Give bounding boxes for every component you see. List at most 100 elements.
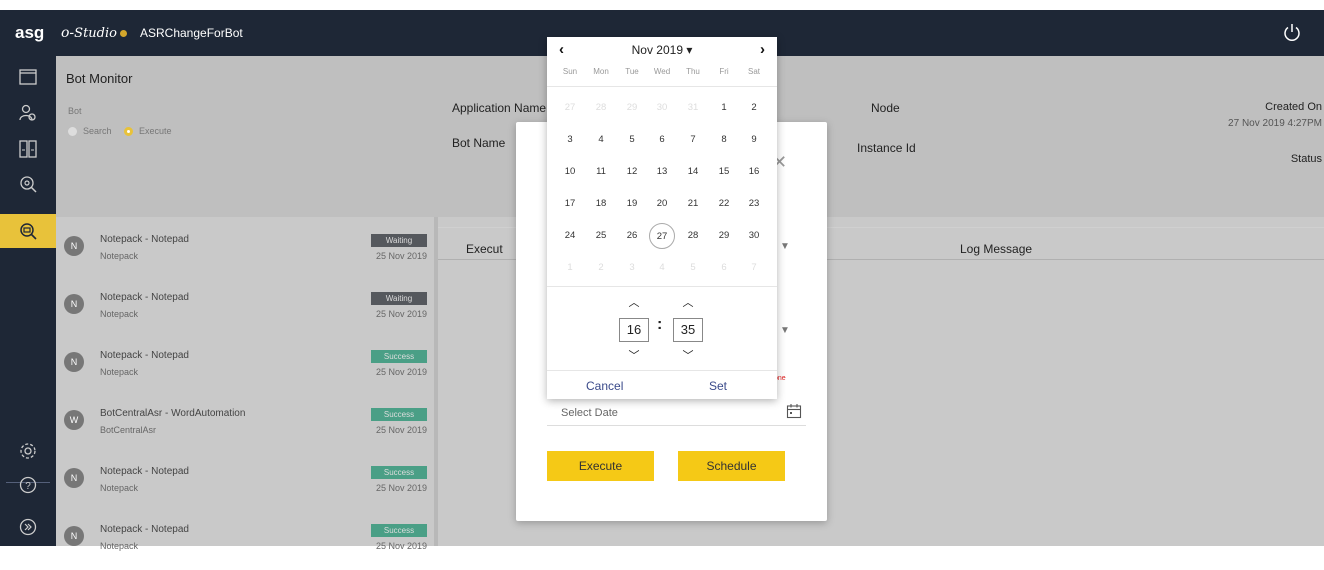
next-month-button[interactable]: › — [760, 41, 765, 58]
weekday-label: Thu — [686, 67, 700, 76]
hour-up-icon[interactable]: ︿ — [624, 294, 644, 310]
calendar-day[interactable]: 3 — [619, 255, 645, 281]
calendar-day[interactable]: 15 — [711, 159, 737, 185]
cancel-button[interactable]: Cancel — [586, 379, 623, 393]
calendar-day[interactable]: 27 — [649, 223, 675, 249]
calendar-day[interactable]: 17 — [557, 191, 583, 217]
settings-icon[interactable] — [0, 434, 56, 468]
calendar-day[interactable]: 2 — [588, 255, 614, 281]
chevron-down-icon[interactable]: ▼ — [774, 235, 796, 259]
radio-search[interactable]: Search — [68, 126, 112, 136]
calendar-day[interactable]: 2 — [741, 95, 767, 121]
calendar-day[interactable]: 8 — [711, 127, 737, 153]
calendar-icon[interactable] — [786, 403, 802, 419]
calendar-day[interactable]: 7 — [741, 255, 767, 281]
users-icon[interactable] — [0, 96, 56, 130]
hour-down-icon[interactable]: ﹀ — [624, 347, 644, 363]
picker-header: ‹ Nov 2019 ▾ › — [547, 41, 777, 61]
calendar-day[interactable]: 9 — [741, 127, 767, 153]
application-name-label: Application Name — [452, 101, 547, 115]
bot-name: Notepack - Notepad — [100, 466, 189, 477]
calendar-day[interactable]: 21 — [680, 191, 706, 217]
list-item[interactable]: N Notepack - Notepad Notepack Success 25 Nov… — [56, 338, 434, 396]
weekday-label: Fri — [719, 67, 729, 76]
time-colon: : — [657, 316, 663, 333]
calendar-day[interactable]: 29 — [711, 223, 737, 249]
bot-date: 25 Nov 2019 — [375, 541, 427, 551]
execute-button[interactable]: Execute — [547, 451, 654, 481]
month-selector[interactable]: Nov 2019 ▾ — [547, 43, 777, 57]
chevron-down-icon[interactable]: ▼ — [774, 319, 796, 343]
calendar-day[interactable]: 24 — [557, 223, 583, 249]
columns-icon[interactable] — [0, 132, 56, 166]
calendar-day[interactable]: 28 — [680, 223, 706, 249]
calendar-day[interactable]: 29 — [619, 95, 645, 121]
radio-execute[interactable]: Execute — [124, 126, 172, 136]
calendar-day[interactable]: 19 — [619, 191, 645, 217]
bot-app: Notepack — [100, 251, 139, 261]
set-button[interactable]: Set — [709, 379, 727, 393]
calendar-day[interactable]: 22 — [711, 191, 737, 217]
weekday-label: Sun — [562, 67, 578, 76]
calendar-day[interactable]: 6 — [649, 127, 675, 153]
calendar-day[interactable]: 5 — [680, 255, 706, 281]
calendar-day[interactable]: 27 — [557, 95, 583, 121]
avatar: N — [64, 526, 84, 546]
list-item[interactable]: N Notepack - Notepad Notepack Success 25 Nov… — [56, 512, 434, 570]
status-badge: Success — [371, 466, 427, 479]
calendar-day[interactable]: 16 — [741, 159, 767, 185]
list-item[interactable]: N Notepack - Notepad Notepack Success 25 Nov… — [56, 454, 434, 512]
window-icon[interactable] — [0, 60, 56, 94]
weekday-label: Wed — [653, 67, 671, 76]
calendar-day[interactable]: 1 — [557, 255, 583, 281]
status-badge: Waiting — [371, 292, 427, 305]
minute-up-icon[interactable]: ︿ — [678, 294, 698, 310]
bot-label: Bot — [68, 106, 82, 116]
schedule-button[interactable]: Schedule — [678, 451, 785, 481]
asg-logo: asg — [15, 23, 45, 42]
list-item[interactable]: N Notepack - Notepad Notepack Waiting 25 Nov… — [56, 222, 434, 280]
hour-input[interactable]: 16 — [619, 318, 649, 342]
calendar-day[interactable]: 6 — [711, 255, 737, 281]
calendar-day[interactable]: 11 — [588, 159, 614, 185]
calendar-day[interactable]: 12 — [619, 159, 645, 185]
calendar-day[interactable]: 28 — [588, 95, 614, 121]
minute-input[interactable]: 35 — [673, 318, 703, 342]
created-on-value: 27 Nov 2019 4:27PM — [1228, 118, 1322, 129]
calendar-day[interactable]: 30 — [741, 223, 767, 249]
calendar-day[interactable]: 3 — [557, 127, 583, 153]
bot-app: Notepack — [100, 309, 139, 319]
expand-icon[interactable] — [0, 510, 56, 544]
calendar-day[interactable]: 23 — [741, 191, 767, 217]
list-item[interactable]: W BotCentralAsr - WordAutomation BotCentra… — [56, 396, 434, 454]
avatar: W — [64, 410, 84, 430]
calendar-day[interactable]: 4 — [588, 127, 614, 153]
calendar-day[interactable]: 31 — [680, 95, 706, 121]
calendar-day[interactable]: 25 — [588, 223, 614, 249]
divider — [547, 286, 777, 287]
calendar-day[interactable]: 4 — [649, 255, 675, 281]
calendar-day[interactable]: 1 — [711, 95, 737, 121]
calendar-day[interactable]: 7 — [680, 127, 706, 153]
status-label: Status — [1290, 153, 1322, 165]
calendar-day[interactable]: 18 — [588, 191, 614, 217]
calendar-day[interactable]: 5 — [619, 127, 645, 153]
bot-name: Notepack - Notepad — [100, 350, 189, 361]
minute-down-icon[interactable]: ﹀ — [678, 347, 698, 363]
list-item[interactable]: N Notepack - Notepad Notepack Waiting 25 Nov… — [56, 280, 434, 338]
calendar-day[interactable]: 13 — [649, 159, 675, 185]
calendar-day[interactable]: 14 — [680, 159, 706, 185]
power-icon[interactable] — [1282, 23, 1302, 43]
calendar-day[interactable]: 10 — [557, 159, 583, 185]
weekday-label: Tue — [625, 67, 639, 76]
bot-app: Notepack — [100, 367, 139, 377]
date-input[interactable]: Select Date — [547, 398, 806, 426]
search-cog-icon[interactable] — [0, 167, 56, 201]
calendar-day[interactable]: 30 — [649, 95, 675, 121]
help-icon[interactable]: ? — [0, 468, 56, 502]
calendar-day[interactable]: 20 — [649, 191, 675, 217]
bot-search-icon[interactable] — [0, 214, 56, 248]
created-on-label: Created On — [1265, 101, 1322, 113]
avatar: N — [64, 294, 84, 314]
calendar-day[interactable]: 26 — [619, 223, 645, 249]
